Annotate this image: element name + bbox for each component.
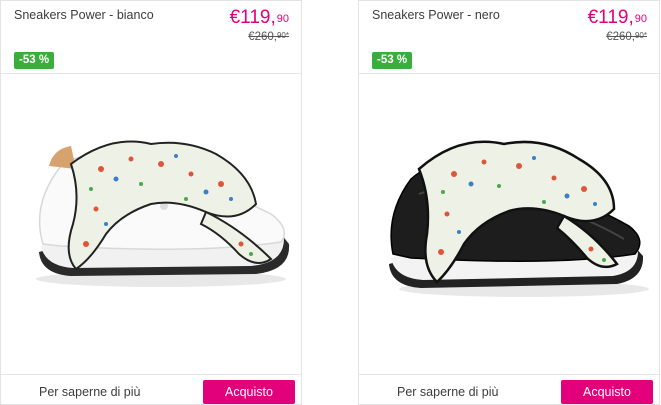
product-footer: Per saperne di più Acquisto <box>359 374 659 404</box>
product-title[interactable]: Sneakers Power - nero <box>372 8 500 22</box>
old-price: €260,90* <box>248 31 289 43</box>
learn-more-link[interactable]: Per saperne di più <box>39 385 140 399</box>
learn-more-link[interactable]: Per saperne di più <box>397 385 498 399</box>
product-header: Sneakers Power - bianco €119,90 €260,90*… <box>1 1 301 74</box>
product-footer: Per saperne di più Acquisto <box>1 374 301 404</box>
current-price: €119,90 <box>588 7 647 29</box>
old-price-main: €260, <box>248 31 277 43</box>
discount-badge: -53 % <box>372 52 413 69</box>
product-title[interactable]: Sneakers Power - bianco <box>14 8 154 22</box>
buy-button[interactable]: Acquisto <box>561 380 653 404</box>
old-price: €260,90* <box>606 31 647 43</box>
white-sneaker-image <box>36 140 290 287</box>
product-card[interactable]: Sneakers Power - bianco €119,90 €260,90*… <box>0 0 302 405</box>
product-card[interactable]: Sneakers Power - nero €119,90 €260,90* -… <box>358 0 660 405</box>
product-image[interactable] <box>1 74 301 376</box>
price-cents: 90 <box>276 13 289 25</box>
black-sneaker-image <box>389 140 649 297</box>
product-image[interactable] <box>359 74 659 376</box>
old-price-cents: 90* <box>634 31 647 40</box>
old-price-main: €260, <box>606 31 635 43</box>
price-main: €119, <box>587 7 634 28</box>
price-main: €119, <box>229 7 276 28</box>
current-price: €119,90 <box>230 7 289 29</box>
discount-badge: -53 % <box>14 52 55 69</box>
buy-button[interactable]: Acquisto <box>203 380 295 404</box>
old-price-cents: 90* <box>276 31 289 40</box>
product-header: Sneakers Power - nero €119,90 €260,90* -… <box>359 1 659 74</box>
price-cents: 90 <box>634 13 647 25</box>
